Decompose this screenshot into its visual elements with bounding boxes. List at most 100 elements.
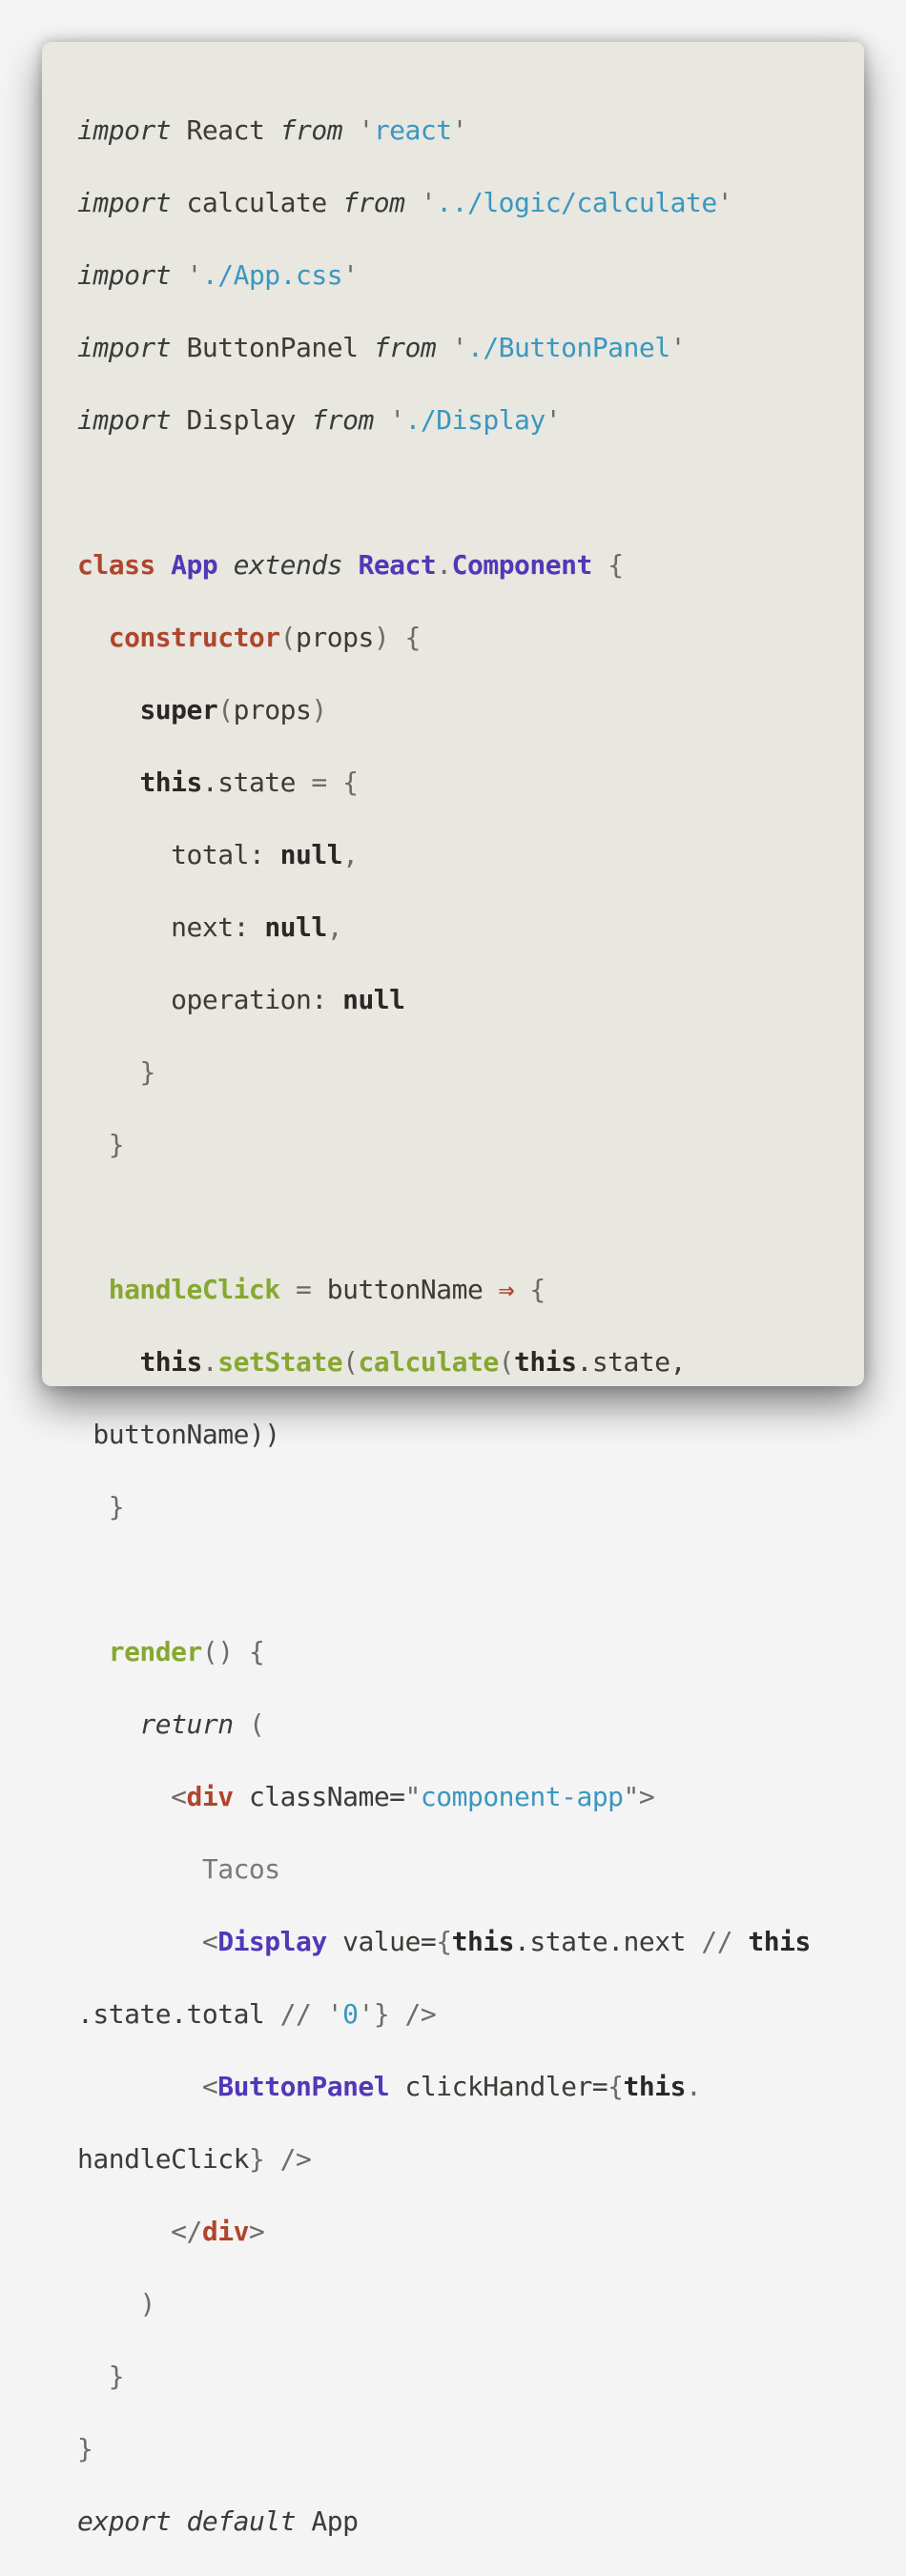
param-wrapped: buttonName)) <box>93 1419 280 1450</box>
code-line: } <box>108 1129 125 1160</box>
import-keyword: import <box>77 259 172 291</box>
code-line: } <box>139 1056 155 1088</box>
state-sep: , <box>326 911 343 943</box>
code-line: <ButtonPanel clickHandler={this. <box>201 2071 702 2102</box>
code-line: this.state = { <box>139 767 359 798</box>
button-panel-tag: ButtonPanel <box>217 2071 390 2102</box>
import-path: ../logic/calculate <box>436 187 717 218</box>
import-path: react <box>373 114 452 146</box>
class-attr: className= <box>248 1781 405 1812</box>
display-tag: Display <box>217 1926 327 1957</box>
state-next: .state.next <box>514 1926 686 1957</box>
code-line: render() { <box>108 1636 265 1667</box>
constructor-keyword: constructor <box>108 622 280 653</box>
state-value: null <box>279 839 343 870</box>
class-keyword: class <box>77 549 155 581</box>
from-keyword: from <box>342 187 405 218</box>
code-line: import Display from './Display' <box>77 404 562 436</box>
base-class: Component <box>451 549 593 581</box>
handle-click-ref: handleClick <box>77 2143 249 2175</box>
div-close-tag: div <box>201 2216 250 2247</box>
from-keyword: from <box>311 404 374 436</box>
this-keyword: this <box>748 1926 811 1957</box>
value-attr: value= <box>342 1926 437 1957</box>
code-line: constructor(props) { <box>108 622 422 653</box>
code-line: } <box>108 2361 125 2392</box>
code-line: handleClick = buttonName ⇒ { <box>108 1274 546 1305</box>
code-line: import React from 'react' <box>77 114 467 146</box>
code-line: operation: null <box>77 982 864 1018</box>
click-attr: clickHandler= <box>404 2071 608 2102</box>
props-param: props <box>296 622 374 653</box>
import-keyword: import <box>77 187 172 218</box>
return-keyword: return <box>139 1708 234 1740</box>
this-keyword: this <box>139 1346 202 1378</box>
state-key: operation: <box>171 984 327 1015</box>
code-line: Tacos <box>77 1851 864 1888</box>
code-line: <div className="component-app"> <box>171 1781 655 1812</box>
default-keyword: default <box>186 2505 297 2537</box>
code-line: <Display value={this.state.next // this <box>201 1926 812 1957</box>
handler-name: handleClick <box>108 1274 280 1305</box>
code-line: class App extends React.Component { <box>77 549 624 581</box>
import-name: React <box>186 114 265 146</box>
code-card: import React from 'react' import calcula… <box>42 42 864 2537</box>
this-keyword: this <box>139 767 202 798</box>
code-line: this.setState(calculate(this.state, <box>139 1346 686 1378</box>
code-line: export default App <box>77 2504 864 2540</box>
code-line: } <box>108 1491 125 1523</box>
state-key: next: <box>171 911 249 943</box>
zero-string: 0 <box>342 1998 359 2030</box>
import-keyword: import <box>77 404 172 436</box>
class-value: component-app <box>420 1781 624 1812</box>
code-line: </div> <box>171 2216 265 2247</box>
code-line: next: null, <box>77 910 864 946</box>
render-fn: render <box>108 1636 203 1667</box>
base-object: React <box>358 549 437 581</box>
code-line: handleClick} /> <box>77 2143 312 2175</box>
import-path: ./Display <box>404 404 546 436</box>
code-block: import React from 'react' import calcula… <box>77 76 864 2576</box>
text-node: Tacos <box>201 1853 280 1885</box>
state-value: null <box>342 984 405 1015</box>
export-keyword: export <box>77 2505 172 2537</box>
handler-param: buttonName <box>326 1274 484 1305</box>
class-name: App <box>171 549 218 581</box>
import-path: ./App.css <box>201 259 343 291</box>
code-line: import './App.css' <box>77 259 359 291</box>
set-state-call: setState <box>217 1346 343 1378</box>
state-arg: .state, <box>576 1346 686 1378</box>
code-line: ) <box>139 2288 155 2320</box>
calculate-call: calculate <box>358 1346 499 1378</box>
import-name: calculate <box>186 187 328 218</box>
from-keyword: from <box>373 332 437 363</box>
state-prop: .state <box>201 767 297 798</box>
extends-keyword: extends <box>233 549 343 581</box>
import-path: ./ButtonPanel <box>466 332 670 363</box>
code-line: return ( <box>139 1708 265 1740</box>
import-keyword: import <box>77 114 172 146</box>
code-line: super(props) <box>139 694 327 726</box>
code-line: import ButtonPanel from './ButtonPanel' <box>77 332 686 363</box>
import-name: ButtonPanel <box>186 332 359 363</box>
this-keyword: this <box>623 2071 687 2102</box>
code-line: import calculate from '../logic/calculat… <box>77 187 733 218</box>
code-line: buttonName)) <box>77 1417 864 1453</box>
super-keyword: super <box>139 694 218 726</box>
import-keyword: import <box>77 332 172 363</box>
or-operator: // <box>279 1998 312 2030</box>
code-line: } <box>77 2433 93 2464</box>
or-operator: // <box>701 1926 733 1957</box>
code-line: .state.total // '0'} /> <box>77 1998 437 2030</box>
this-keyword: this <box>451 1926 515 1957</box>
state-value: null <box>264 911 327 943</box>
state-key: total: <box>171 839 265 870</box>
state-total: .state.total <box>77 1998 265 2030</box>
state-sep: , <box>342 839 359 870</box>
div-tag: div <box>186 1781 235 1812</box>
from-keyword: from <box>279 114 343 146</box>
import-name: Display <box>186 404 297 436</box>
